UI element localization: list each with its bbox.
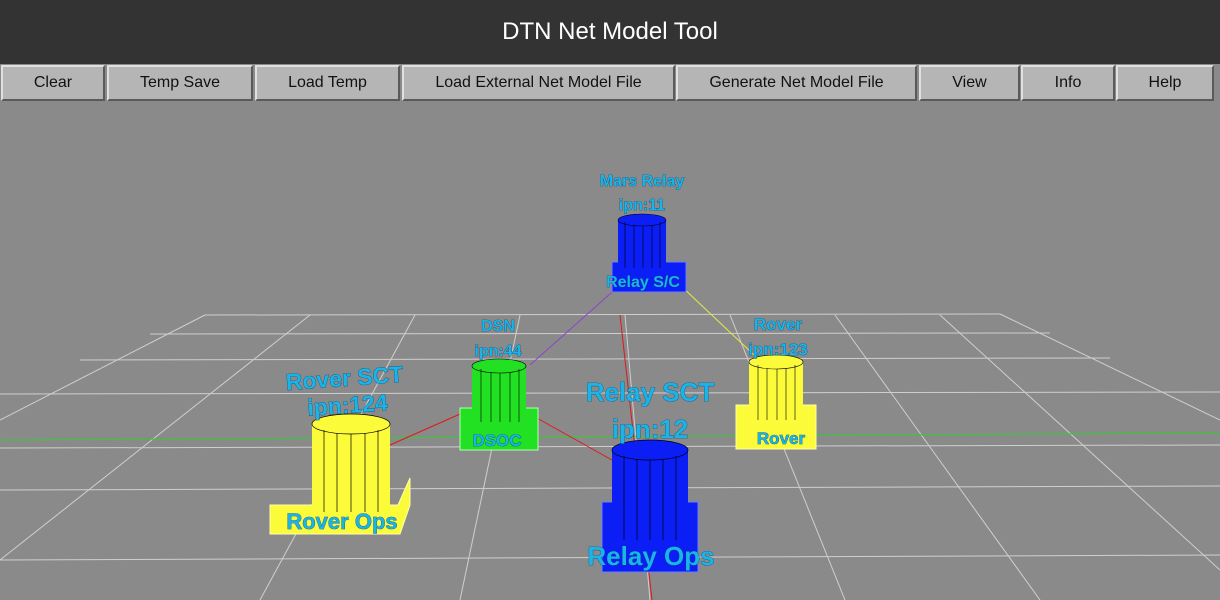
node-rover[interactable]: Rover ipn:123 Rover <box>735 315 817 450</box>
temp-save-button[interactable]: Temp Save <box>107 65 253 101</box>
app-title: DTN Net Model Tool <box>502 18 718 45</box>
info-button[interactable]: Info <box>1021 65 1115 101</box>
load-temp-button[interactable]: Load Temp <box>255 65 400 101</box>
generate-file-button[interactable]: Generate Net Model File <box>676 65 917 101</box>
node-name-label: Mars Relay <box>600 173 685 190</box>
view-button[interactable]: View <box>919 65 1020 101</box>
node-platform-label: Rover <box>757 429 806 448</box>
scene-canvas[interactable]: Mars Relay ipn:11 Relay S/C DSN ipn:44 D… <box>0 104 1220 600</box>
node-ipn-label: ipn:12 <box>612 414 689 444</box>
node-name-label: Relay SCT <box>586 377 715 407</box>
title-bar: DTN Net Model Tool <box>0 0 1220 64</box>
horizon-axis-line <box>0 432 1220 441</box>
node-name-label: DSN <box>481 318 515 335</box>
node-platform-label: Rover Ops <box>286 509 397 534</box>
node-name-label: Rover <box>754 315 803 334</box>
node-relay-sct[interactable]: Relay SCT ipn:12 Relay Ops <box>585 377 715 573</box>
node-mars-relay[interactable]: Mars Relay ipn:11 Relay S/C <box>599 173 687 293</box>
node-platform-label: Relay Ops <box>587 541 714 571</box>
node-platform-label: Relay S/C <box>606 274 680 291</box>
node-ipn-label: ipn:123 <box>748 340 808 359</box>
node-ipn-label: ipn:11 <box>619 197 665 214</box>
node-dsn[interactable]: DSN ipn:44 DSOC <box>459 318 539 451</box>
clear-button[interactable]: Clear <box>1 65 105 101</box>
link-mars-relay-dsn[interactable] <box>529 284 621 366</box>
app-window: DTN Net Model Tool Clear Temp Save Load … <box>0 0 1220 600</box>
toolbar: Clear Temp Save Load Temp Load External … <box>0 64 1220 104</box>
load-external-file-button[interactable]: Load External Net Model File <box>402 65 675 101</box>
node-platform-label: DSOC <box>472 431 521 450</box>
network-scene-viewport[interactable]: Mars Relay ipn:11 Relay S/C DSN ipn:44 D… <box>0 104 1220 600</box>
help-button[interactable]: Help <box>1116 65 1214 101</box>
node-ipn-label: ipn:44 <box>474 343 521 360</box>
